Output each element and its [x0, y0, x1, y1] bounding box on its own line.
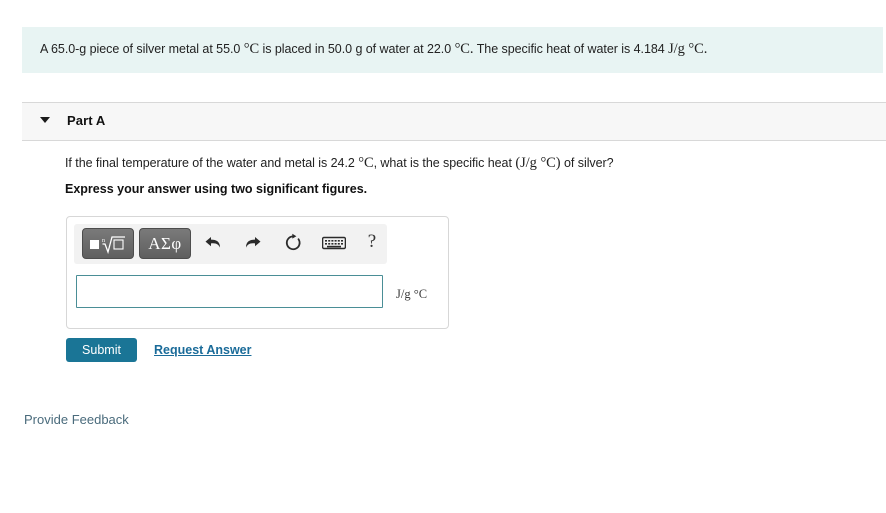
answer-entry-container: n ΑΣφ ?	[66, 216, 449, 329]
problem-segment-6: J/g °C.	[668, 41, 708, 57]
submit-button[interactable]: Submit	[66, 338, 137, 362]
problem-segment-3: is placed in 50.0 g of water at 22.0	[259, 42, 455, 56]
greek-symbols-label: ΑΣφ	[148, 233, 182, 253]
problem-segment-2: °C	[243, 41, 260, 57]
part-a-title: Part A	[67, 113, 106, 128]
question-temp-unit: °C	[358, 155, 374, 171]
math-toolbar: n ΑΣφ ?	[74, 224, 387, 264]
keyboard-icon[interactable]	[321, 232, 347, 254]
sqrt-template-icon: n	[89, 234, 127, 254]
question-text-mid: , what is the specific heat	[373, 156, 516, 170]
greek-symbols-button[interactable]: ΑΣφ	[139, 228, 191, 259]
question-text-post: of silver?	[560, 156, 614, 170]
answer-instruction: Express your answer using two significan…	[65, 182, 368, 196]
answer-input[interactable]	[76, 275, 383, 308]
help-label: ?	[367, 231, 377, 252]
provide-feedback-link[interactable]: Provide Feedback	[24, 412, 129, 427]
undo-arrow-icon[interactable]	[202, 232, 224, 254]
template-sqrt-button[interactable]: n	[82, 228, 134, 259]
help-question-mark-icon[interactable]: ?	[362, 229, 382, 255]
question-text: If the final temperature of the water an…	[65, 155, 614, 172]
part-a-header-band[interactable]	[22, 102, 886, 141]
reset-circular-arrow-icon[interactable]	[282, 232, 304, 254]
assignment-page: A 65.0-g piece of silver metal at 55.0 °…	[0, 0, 886, 513]
question-units-math: (J/g °C)	[515, 155, 561, 171]
redo-arrow-icon[interactable]	[242, 232, 264, 254]
answer-units-label: J/g °C	[396, 287, 428, 301]
problem-segment-1: A 65.0-g piece of silver metal at 55.0	[40, 42, 244, 56]
problem-statement-text: A 65.0-g piece of silver metal at 55.0 °…	[40, 40, 707, 58]
question-text-pre: If the final temperature of the water an…	[65, 156, 359, 170]
problem-segment-5: The specific heat of water is 4.184	[473, 42, 669, 56]
svg-text:n: n	[102, 238, 105, 244]
problem-segment-4: °C.	[454, 41, 474, 57]
problem-statement-banner: A 65.0-g piece of silver metal at 55.0 °…	[22, 27, 883, 73]
request-answer-link[interactable]: Request Answer	[154, 343, 251, 357]
caret-down-icon[interactable]	[40, 117, 50, 123]
